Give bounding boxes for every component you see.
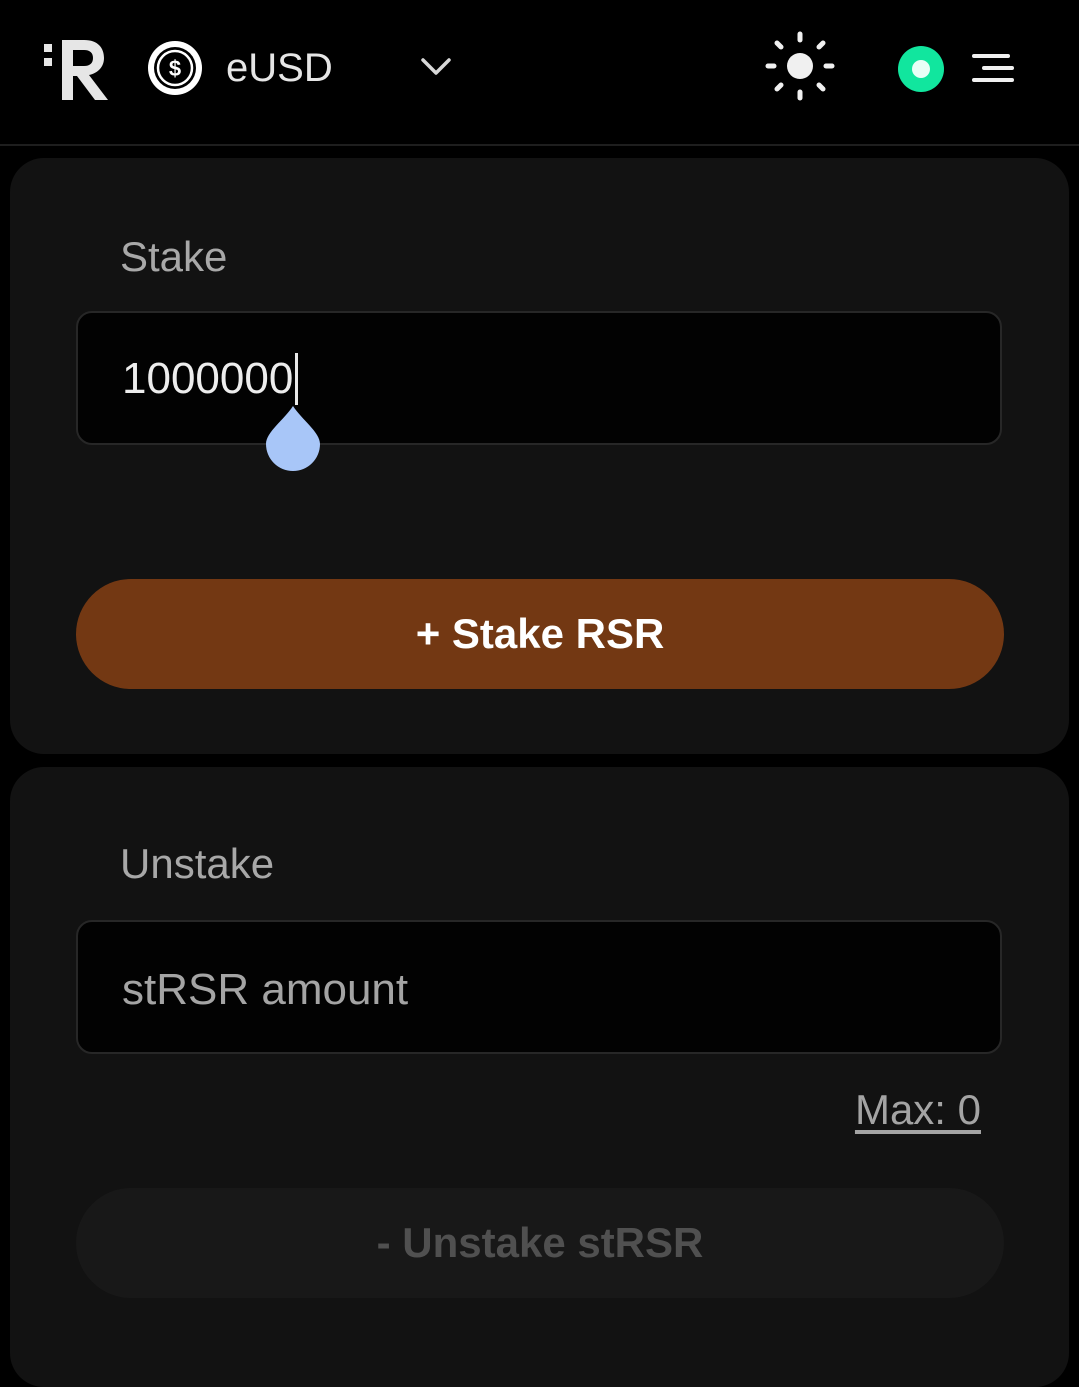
chevron-down-icon[interactable]: [418, 52, 454, 82]
unstake-button[interactable]: - Unstake stRSR: [76, 1188, 1004, 1298]
stake-amount-input[interactable]: 1000000: [76, 311, 1002, 445]
dollar-coin-icon[interactable]: $: [147, 40, 203, 96]
text-selection-handle-icon[interactable]: [264, 404, 322, 472]
svg-text:$: $: [169, 56, 181, 81]
connection-status-icon[interactable]: [898, 46, 944, 92]
stake-card: Stake 1000000 + Stake RSR: [10, 158, 1069, 754]
text-cursor: [295, 353, 298, 405]
unstake-amount-placeholder[interactable]: stRSR amount: [122, 964, 408, 1016]
top-bar: $ eUSD: [0, 0, 1079, 146]
stake-amount-value[interactable]: 1000000: [122, 353, 293, 405]
stake-title: Stake: [120, 233, 228, 280]
sun-icon[interactable]: [764, 30, 836, 102]
unstake-title: Unstake: [120, 840, 275, 887]
max-link[interactable]: Max: 0: [855, 1085, 981, 1135]
unstake-amount-input[interactable]: stRSR amount: [76, 920, 1002, 1054]
unstake-card: Unstake stRSR amount Max: 0 - Unstake st…: [10, 767, 1069, 1387]
stake-button[interactable]: + Stake RSR: [76, 579, 1004, 689]
token-selector-label[interactable]: eUSD: [226, 44, 333, 92]
menu-icon[interactable]: [970, 50, 1016, 86]
reserve-logo-icon[interactable]: [42, 34, 112, 104]
